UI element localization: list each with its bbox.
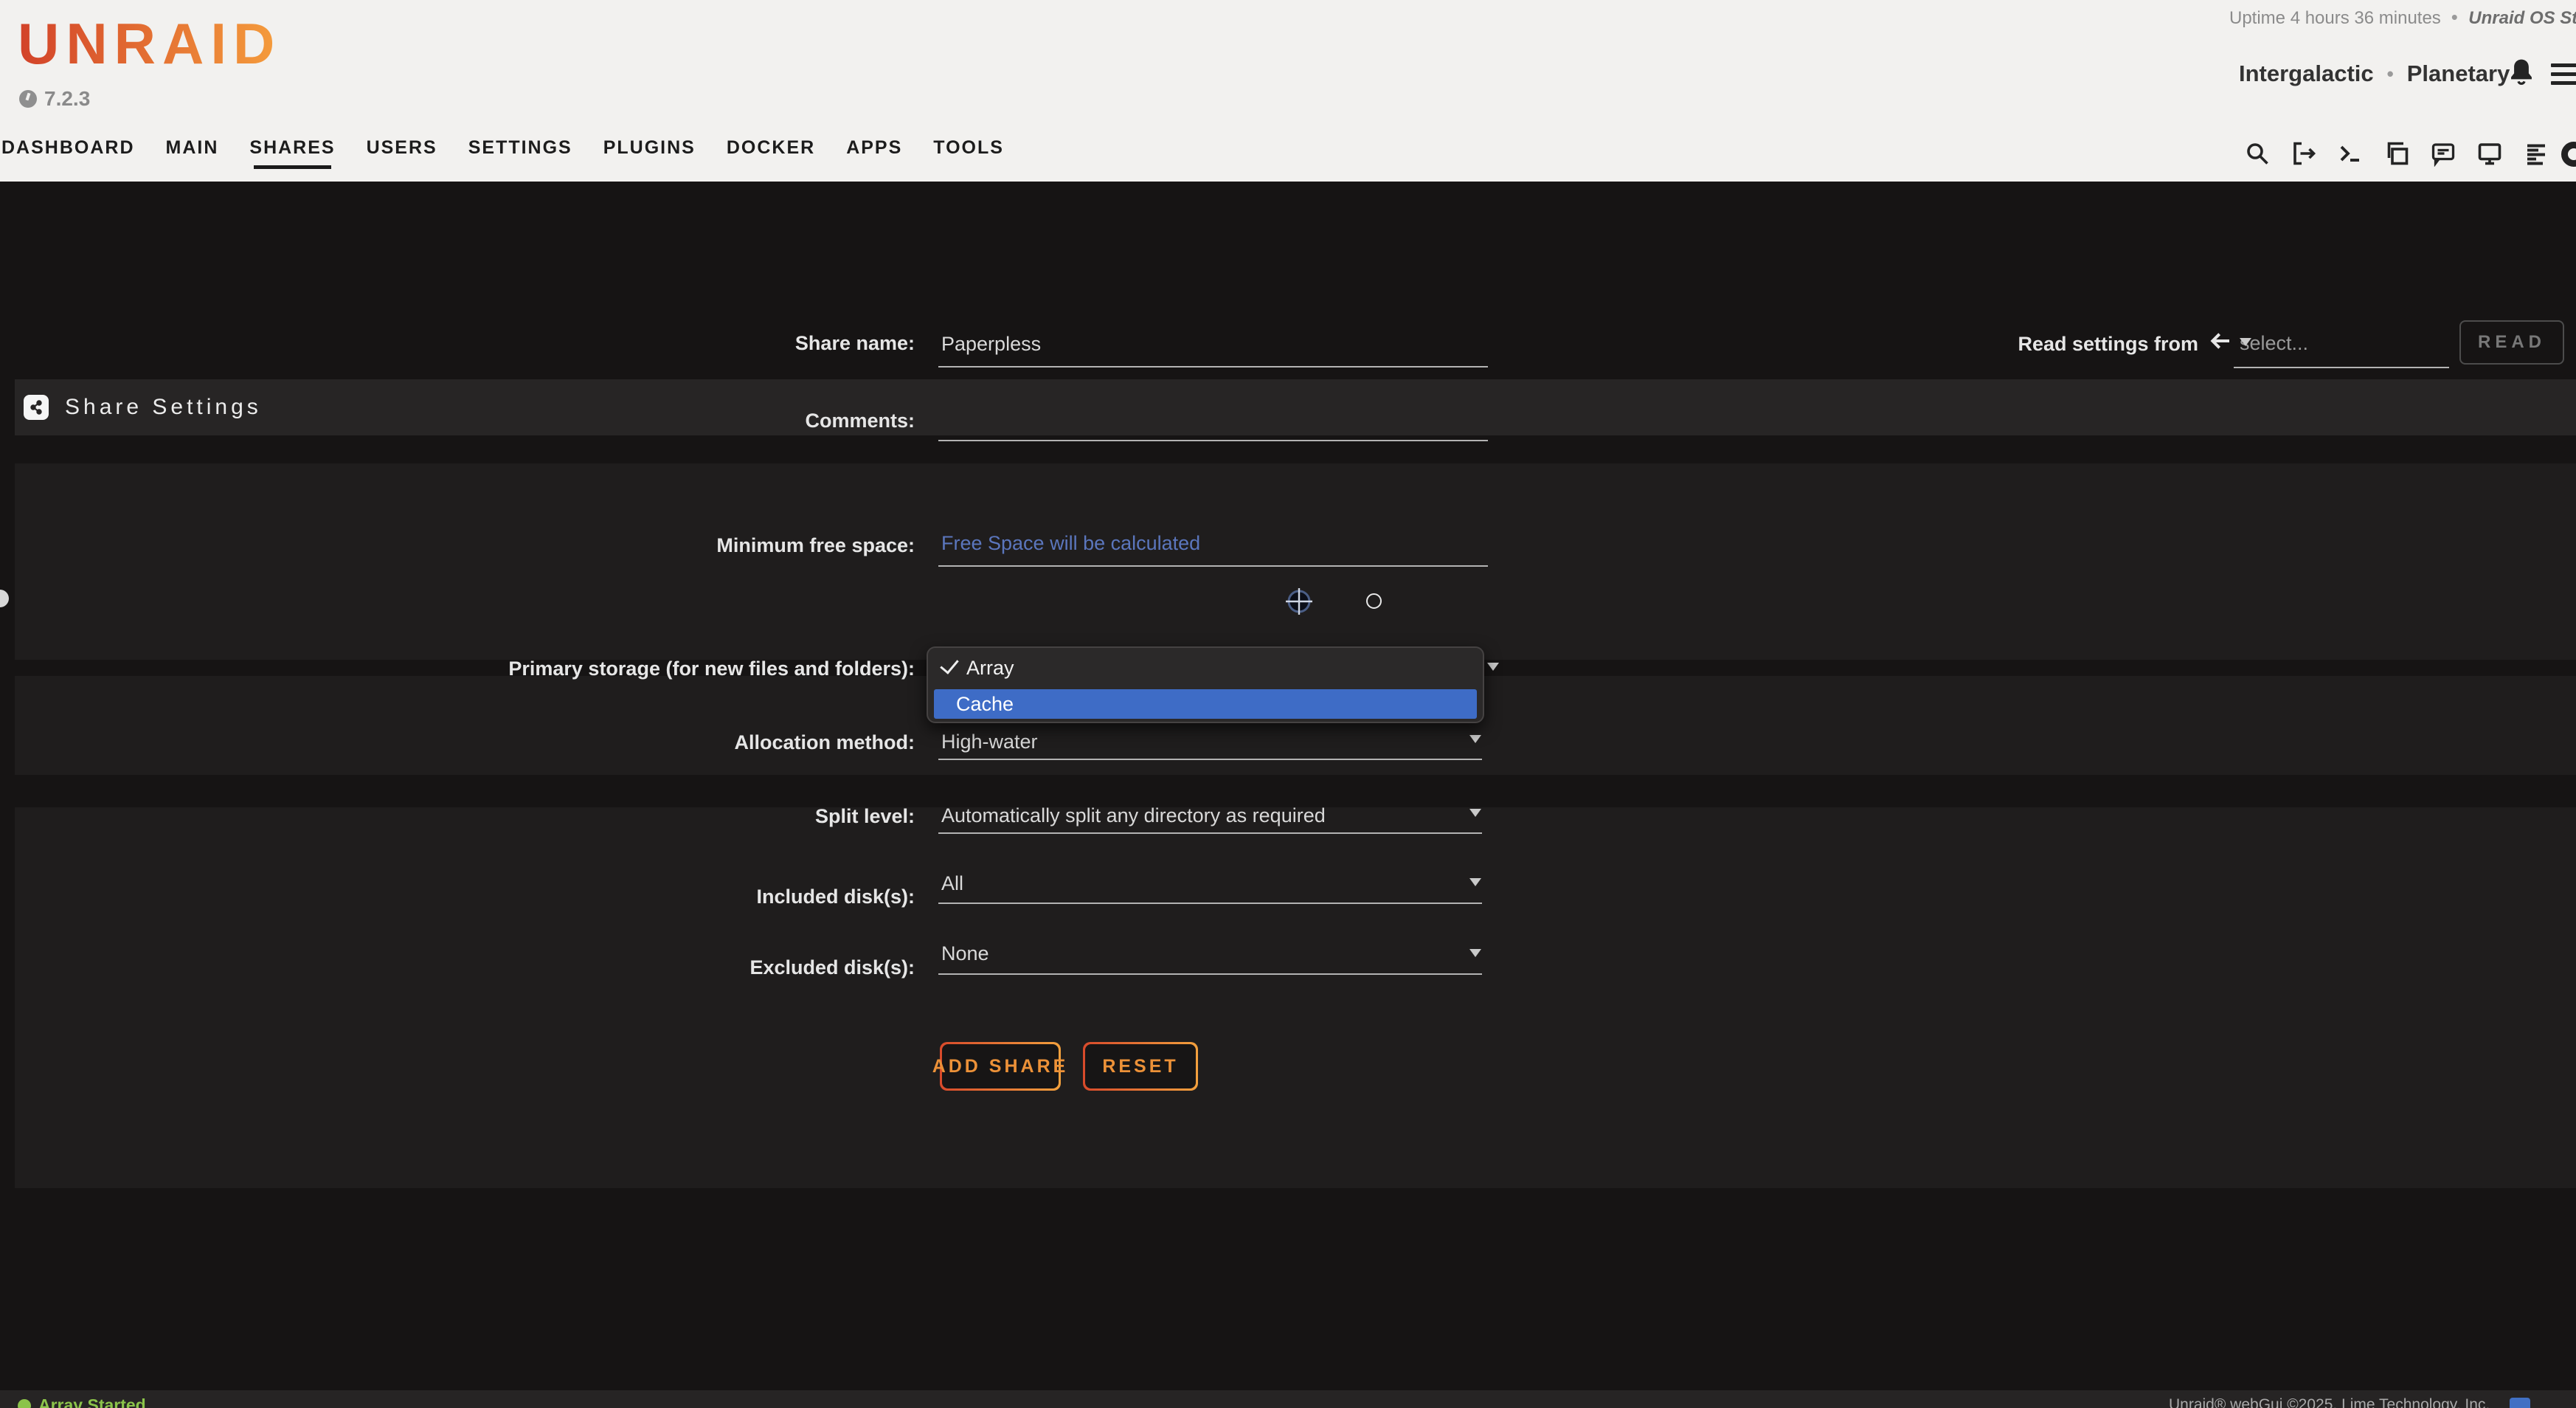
unraid-share-settings-screen: UNRAID 7.2.3 Uptime 4 hours 36 minutes •…	[0, 0, 2576, 1408]
nav-item-dashboard[interactable]: DASHBOARD	[1, 137, 135, 165]
comments-input[interactable]	[938, 396, 1488, 441]
array-status-icon	[18, 1399, 31, 1408]
panel-storage-settings	[15, 807, 2576, 1188]
comments-label: Comments:	[443, 410, 915, 432]
dropdown-option-array[interactable]: Array	[928, 648, 1483, 688]
chevron-down-icon	[1487, 663, 1499, 671]
chevron-down-icon	[1469, 809, 1481, 817]
server-name[interactable]: Intergalactic	[2239, 61, 2374, 87]
terminal-icon[interactable]	[2337, 140, 2364, 167]
history-icon[interactable]	[2561, 142, 2576, 167]
copyright-text: Unraid® webGui ©2025, Lime Technology, I…	[2169, 1396, 2490, 1408]
display-icon[interactable]	[2476, 140, 2503, 167]
nav-item-docker[interactable]: DOCKER	[727, 137, 815, 165]
dropdown-option-array-label: Array	[966, 657, 1014, 679]
nav-item-users[interactable]: USERS	[367, 137, 437, 165]
server-identity: Intergalactic • Planetary	[2239, 61, 2510, 87]
excluded-disks-select[interactable]: None	[941, 942, 989, 965]
locale-flag-icon[interactable]	[2510, 1398, 2530, 1408]
main-nav: DASHBOARD MAIN SHARES USERS SETTINGS PLU…	[1, 137, 1004, 165]
server-description[interactable]: Planetary	[2407, 61, 2510, 87]
min-free-space-label: Minimum free space:	[443, 534, 915, 557]
nav-item-tools[interactable]: TOOLS	[933, 137, 1004, 165]
min-free-space-input[interactable]	[938, 521, 1488, 567]
reset-button-label: RESET	[1085, 1044, 1196, 1088]
split-level-select[interactable]: Automatically split any directory as req…	[941, 804, 1326, 827]
split-level-label: Split level:	[443, 805, 915, 828]
excluded-disks-label: Excluded disk(s):	[443, 956, 915, 979]
menu-hamburger-icon[interactable]	[2551, 63, 2576, 89]
version-text: 7.2.3	[44, 87, 90, 111]
server-separator: •	[2387, 63, 2394, 86]
allocation-method-underline	[938, 759, 1482, 760]
chevron-down-icon	[1469, 878, 1481, 886]
nav-item-apps[interactable]: APPS	[846, 137, 902, 165]
primary-storage-dropdown: Array Cache	[927, 646, 1484, 723]
excluded-disks-underline	[938, 973, 1482, 975]
split-level-underline	[938, 832, 1482, 834]
selection-ring	[1366, 593, 1382, 609]
array-status-text: Array Started	[38, 1395, 146, 1408]
version-badge: 7.2.3	[19, 87, 90, 111]
add-share-button[interactable]: ADD SHARE	[940, 1042, 1061, 1091]
chevron-down-icon	[1469, 735, 1481, 743]
copy-icon[interactable]	[2383, 140, 2410, 167]
dropdown-option-cache[interactable]: Cache	[934, 689, 1477, 719]
read-button[interactable]: READ	[2459, 320, 2564, 365]
nav-item-plugins[interactable]: PLUGINS	[603, 137, 696, 165]
included-disks-label: Included disk(s):	[443, 886, 915, 908]
nav-item-settings[interactable]: SETTINGS	[468, 137, 572, 165]
included-disks-select[interactable]: All	[941, 872, 963, 895]
chevron-down-icon	[1469, 949, 1481, 957]
included-disks-underline	[938, 903, 1482, 904]
reset-button[interactable]: RESET	[1083, 1042, 1198, 1091]
dropdown-option-cache-label: Cache	[956, 693, 1014, 715]
version-icon	[19, 90, 37, 108]
selected-check-icon	[940, 655, 959, 674]
header: UNRAID 7.2.3 Uptime 4 hours 36 minutes •…	[0, 0, 2576, 182]
footer-bar: Array Started Unraid® webGui ©2025, Lime…	[0, 1390, 2576, 1408]
nav-item-main[interactable]: MAIN	[166, 137, 219, 165]
read-settings-label: Read settings from	[1918, 333, 2198, 356]
allocation-method-select[interactable]: High-water	[941, 731, 1038, 753]
share-name-label: Share name:	[443, 332, 915, 355]
app-logo[interactable]: UNRAID	[18, 10, 281, 77]
allocation-method-label: Allocation method:	[443, 731, 915, 754]
primary-storage-label: Primary storage (for new files and folde…	[443, 658, 915, 680]
search-icon[interactable]	[2244, 140, 2271, 167]
nav-item-shares[interactable]: SHARES	[249, 137, 335, 165]
notifications-bell-icon[interactable]	[2505, 56, 2538, 90]
header-toolbar	[2244, 140, 2549, 167]
page-title: Share Settings	[65, 395, 262, 420]
read-settings-select[interactable]: select...	[2234, 325, 2449, 368]
crosshair-cursor-icon	[1284, 586, 1315, 617]
share-name-input[interactable]	[938, 322, 1488, 367]
add-share-button-label: ADD SHARE	[942, 1044, 1059, 1088]
os-edition-text: Unraid OS Starter	[2468, 8, 2576, 28]
feedback-icon[interactable]	[2430, 140, 2456, 167]
share-settings-icon	[24, 395, 49, 420]
chevron-down-icon	[2240, 338, 2251, 346]
status-separator: •	[2445, 6, 2468, 28]
uptime-text: Uptime 4 hours 36 minutes	[2229, 8, 2441, 28]
uptime-status: Uptime 4 hours 36 minutes • Unraid OS St…	[2229, 6, 2576, 29]
left-arrow-icon	[2209, 329, 2232, 356]
log-icon[interactable]	[2523, 140, 2549, 167]
array-status[interactable]: Array Started	[18, 1395, 146, 1408]
logout-icon[interactable]	[2291, 140, 2317, 167]
